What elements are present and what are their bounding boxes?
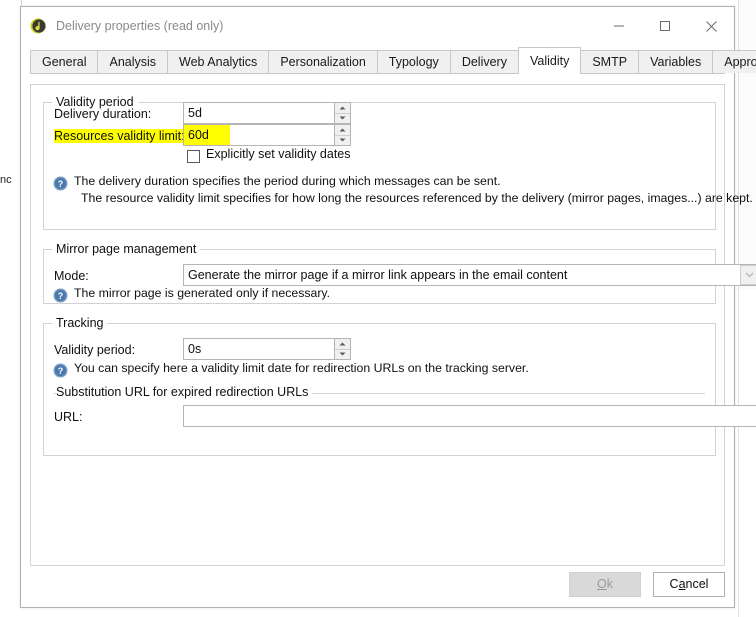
svg-text:?: ?	[58, 179, 64, 189]
tab-approvals[interactable]: Approvals	[712, 50, 756, 73]
help-question-icon: ?	[53, 288, 68, 303]
mirror-page-info: The mirror page is generated only if nec…	[74, 286, 331, 300]
svg-text:?: ?	[58, 366, 64, 376]
tracking-validity-period-stepper[interactable]	[334, 338, 351, 360]
adobe-campaign-icon	[30, 18, 46, 34]
tab-general[interactable]: General	[30, 50, 99, 73]
tab-validity[interactable]: Validity	[517, 47, 582, 74]
window-controls	[596, 7, 734, 45]
close-icon[interactable]	[688, 7, 734, 45]
explicitly-set-validity-dates-checkbox[interactable]	[187, 150, 200, 163]
ok-button[interactable]: Ok	[569, 571, 641, 597]
url-label: URL:	[54, 410, 83, 424]
chevron-down-icon[interactable]	[740, 265, 756, 285]
stepper-up-icon[interactable]	[335, 125, 350, 136]
background-left-panel	[0, 0, 22, 460]
delivery-duration-input[interactable]	[183, 102, 335, 124]
background-right-panel-lower	[738, 290, 756, 617]
cancel-accelerator: a	[678, 577, 686, 591]
background-right-panel-upper	[738, 0, 756, 290]
background-left-fragment-text: nc	[0, 174, 12, 186]
cancel-button[interactable]: Cancel	[653, 571, 725, 597]
mirror-mode-label: Mode:	[54, 269, 89, 283]
tracking-legend: Tracking	[56, 316, 104, 330]
substitution-url-input[interactable]	[183, 405, 756, 427]
mirror-mode-select[interactable]: Generate the mirror page if a mirror lin…	[183, 264, 756, 286]
mirror-page-legend: Mirror page management	[56, 242, 197, 256]
tab-smtp[interactable]: SMTP	[580, 50, 640, 73]
resources-validity-limit-stepper[interactable]	[334, 124, 351, 146]
help-question-icon: ?	[53, 176, 68, 191]
title-bar: Delivery properties (read only)	[21, 7, 734, 45]
tab-strip: General Analysis Web Analytics Personali…	[30, 45, 756, 74]
tab-delivery[interactable]: Delivery	[449, 50, 519, 73]
window-title: Delivery properties (read only)	[56, 19, 224, 33]
stepper-down-icon[interactable]	[335, 113, 350, 123]
tab-web-analytics[interactable]: Web Analytics	[167, 50, 270, 73]
validity-info-line-2: The resource validity limit specifies fo…	[81, 191, 753, 205]
delivery-duration-stepper[interactable]	[334, 102, 351, 124]
stepper-down-icon[interactable]	[335, 349, 350, 359]
cancel-label-prefix: C	[669, 577, 679, 591]
tab-analysis[interactable]: Analysis	[97, 50, 169, 73]
tab-typology[interactable]: Typology	[376, 50, 451, 73]
ok-accelerator: O	[597, 577, 607, 591]
screen: nc Delivery properties (read only) Gener…	[0, 0, 756, 617]
cancel-label-suffix: ncel	[685, 577, 709, 591]
tracking-validity-period-label: Validity period:	[54, 343, 136, 357]
minimize-icon[interactable]	[596, 7, 642, 45]
validity-info-line-1: The delivery duration specifies the peri…	[74, 174, 501, 188]
tab-personalization[interactable]: Personalization	[268, 50, 378, 73]
validity-tab-panel: Validity period Delivery duration: Resou…	[30, 84, 756, 566]
stepper-down-icon[interactable]	[335, 135, 350, 145]
ok-button-label-rest: k	[606, 577, 613, 591]
stepper-up-icon[interactable]	[335, 103, 350, 114]
dialog-footer: Ok Cancel	[30, 571, 725, 597]
maximize-icon[interactable]	[642, 7, 688, 45]
svg-text:?: ?	[58, 291, 64, 301]
tab-variables[interactable]: Variables	[638, 50, 714, 73]
substitution-url-caption: Substitution URL for expired redirection…	[56, 385, 313, 399]
delivery-properties-dialog: Delivery properties (read only) General …	[20, 6, 756, 608]
help-question-icon: ?	[53, 363, 68, 378]
tracking-info: You can specify here a validity limit da…	[74, 361, 529, 375]
resources-validity-limit-input[interactable]	[183, 124, 335, 146]
explicitly-set-validity-dates-label: Explicitly set validity dates	[206, 147, 351, 161]
stepper-up-icon[interactable]	[335, 339, 350, 350]
tracking-validity-period-input[interactable]	[183, 338, 335, 360]
delivery-duration-label: Delivery duration:	[54, 107, 152, 121]
resources-validity-limit-label: Resources validity limit:	[54, 129, 185, 143]
